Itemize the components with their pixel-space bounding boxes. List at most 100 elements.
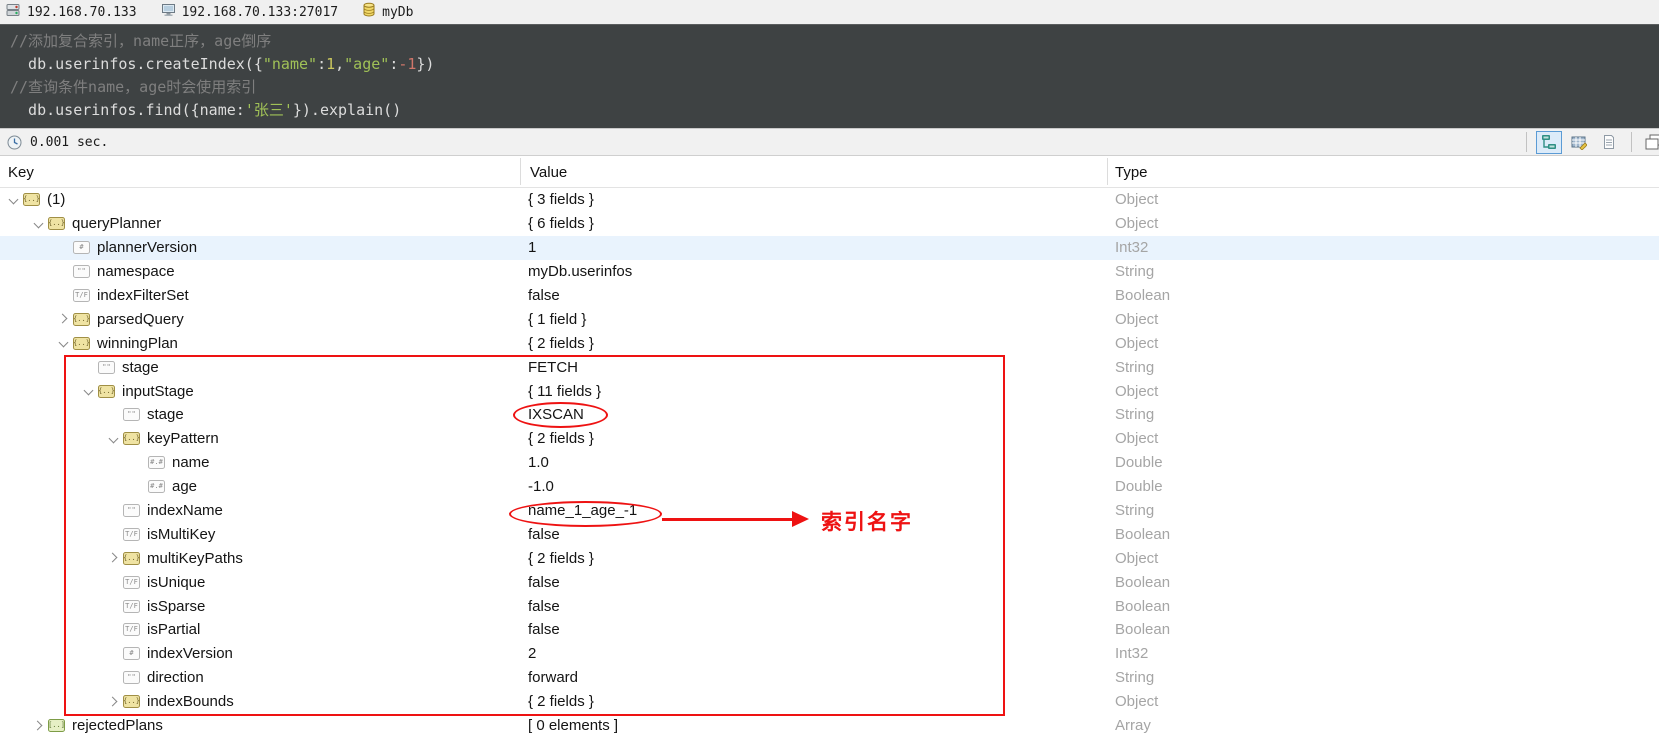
tree-row-indexName[interactable]: ""indexNamename_1_age_-1String: [0, 499, 1659, 523]
chevron-down-icon[interactable]: [6, 188, 23, 212]
shell-editor[interactable]: //添加复合索引，name正序，age倒序 db.userinfos.creat…: [0, 24, 1659, 128]
table-mode-button[interactable]: [1566, 131, 1592, 154]
string-type-icon: "": [73, 265, 90, 278]
breadcrumb-server[interactable]: 192.168.70.133:27017: [161, 3, 339, 22]
tree-row-indexFilterSet[interactable]: T/FindexFilterSetfalseBoolean: [0, 284, 1659, 308]
row-value: 1: [528, 239, 536, 256]
bool-type-icon: T/F: [123, 528, 140, 541]
row-type: Double: [1115, 478, 1163, 495]
server-label: 192.168.70.133:27017: [182, 5, 339, 20]
bool-type-icon: T/F: [123, 623, 140, 636]
chevron-spacer: [81, 355, 98, 379]
chevron-spacer: [106, 522, 123, 546]
row-value: false: [528, 574, 560, 591]
tree-row-winningPlan[interactable]: {..}winningPlan{ 2 fields }Object: [0, 331, 1659, 355]
database-icon: [362, 2, 376, 22]
column-divider[interactable]: [1107, 158, 1108, 185]
row-value: { 2 fields }: [528, 550, 594, 567]
tree-row-(1)[interactable]: {..}(1){ 3 fields }Object: [0, 188, 1659, 212]
chevron-spacer: [106, 403, 123, 427]
tree-row-name[interactable]: #.#name1.0Double: [0, 451, 1659, 475]
code-line-3[interactable]: //查询条件name，age时会使用索引: [10, 76, 1659, 99]
database-label: myDb: [382, 5, 413, 20]
tree-row-indexVersion[interactable]: #indexVersion2Int32: [0, 642, 1659, 666]
tree-row-isSparse[interactable]: T/FisSparsefalseBoolean: [0, 594, 1659, 618]
row-value: IXSCAN: [528, 406, 584, 423]
chevron-right-icon[interactable]: [106, 546, 123, 570]
code-token-code: :: [389, 55, 398, 73]
breadcrumb-database[interactable]: myDb: [362, 2, 413, 22]
tree-row-isUnique[interactable]: T/FisUniquefalseBoolean: [0, 570, 1659, 594]
tree-row-inputStage[interactable]: {..}inputStage{ 11 fields }Object: [0, 379, 1659, 403]
row-value: forward: [528, 669, 578, 686]
row-value: { 2 fields }: [528, 430, 594, 447]
code-line-1[interactable]: //添加复合索引，name正序，age倒序: [10, 30, 1659, 53]
row-indent: [0, 355, 81, 379]
toolbar-separator: [1631, 132, 1632, 152]
row-key: indexName: [147, 502, 223, 519]
tree-row-rejectedPlans[interactable]: [..]rejectedPlans[ 0 elements ]Array: [0, 714, 1659, 738]
row-type: Array: [1115, 717, 1151, 734]
expand-window-button[interactable]: [1641, 131, 1659, 154]
column-header-value[interactable]: Value: [530, 164, 567, 181]
chevron-spacer: [131, 451, 148, 475]
string-type-icon: "": [98, 361, 115, 374]
row-value: false: [528, 621, 560, 638]
row-indent: [0, 546, 106, 570]
code-token-code: db.userinfos.find({name:: [10, 101, 245, 119]
column-header-key[interactable]: Key: [8, 164, 34, 181]
row-indent: [0, 236, 56, 260]
row-indent: [0, 260, 56, 284]
chevron-down-icon[interactable]: [81, 379, 98, 403]
row-indent: [0, 284, 56, 308]
robo3t-window: 192.168.70.133 192.168.70.133:27017 myDb…: [0, 0, 1659, 743]
code-token-code: }): [416, 55, 434, 73]
code-line-2[interactable]: db.userinfos.createIndex({"name":1,"age"…: [10, 53, 1659, 76]
row-key: queryPlanner: [72, 215, 161, 232]
row-type: String: [1115, 359, 1154, 376]
text-mode-button[interactable]: [1596, 131, 1622, 154]
tree-row-isMultiKey[interactable]: T/FisMultiKeyfalseBoolean: [0, 522, 1659, 546]
chevron-right-icon[interactable]: [31, 714, 48, 738]
object-type-icon: {..}: [98, 385, 115, 398]
row-key: isSparse: [147, 598, 205, 615]
code-line-4[interactable]: db.userinfos.find({name:'张三'}).explain(): [10, 99, 1659, 122]
chevron-right-icon[interactable]: [56, 307, 73, 331]
chevron-down-icon[interactable]: [56, 331, 73, 355]
tree-row-age[interactable]: #.#age-1.0Double: [0, 475, 1659, 499]
row-type: Boolean: [1115, 621, 1170, 638]
int-type-icon: #: [73, 241, 90, 254]
column-header-type[interactable]: Type: [1115, 164, 1148, 181]
row-type: Object: [1115, 430, 1158, 447]
object-type-icon: {..}: [123, 552, 140, 565]
row-value: FETCH: [528, 359, 578, 376]
row-value: -1.0: [528, 478, 554, 495]
tree-mode-button[interactable]: [1536, 131, 1562, 154]
row-value: { 11 fields }: [528, 383, 601, 400]
row-key: indexFilterSet: [97, 287, 189, 304]
breadcrumb-connection[interactable]: 192.168.70.133: [6, 3, 137, 22]
double-type-icon: #.#: [148, 480, 165, 493]
chevron-down-icon[interactable]: [31, 212, 48, 236]
tree-row-stage[interactable]: ""stageIXSCANString: [0, 403, 1659, 427]
tree-row-keyPattern[interactable]: {..}keyPattern{ 2 fields }Object: [0, 427, 1659, 451]
tree-row-stage[interactable]: ""stageFETCHString: [0, 355, 1659, 379]
tree-row-namespace[interactable]: ""namespacemyDb.userinfosString: [0, 260, 1659, 284]
tree-row-queryPlanner[interactable]: {..}queryPlanner{ 6 fields }Object: [0, 212, 1659, 236]
row-key: isPartial: [147, 621, 200, 638]
row-indent: [0, 475, 131, 499]
chevron-right-icon[interactable]: [106, 690, 123, 714]
row-value: myDb.userinfos: [528, 263, 632, 280]
tree-row-indexBounds[interactable]: {..}indexBounds{ 2 fields }Object: [0, 690, 1659, 714]
tree-row-direction[interactable]: ""directionforwardString: [0, 666, 1659, 690]
tree-row-parsedQuery[interactable]: {..}parsedQuery{ 1 field }Object: [0, 307, 1659, 331]
tree-row-isPartial[interactable]: T/F isPartial false Boolean: [0, 618, 1659, 642]
row-key: plannerVersion: [97, 239, 197, 256]
chevron-down-icon[interactable]: [106, 427, 123, 451]
tree-row-multiKeyPaths[interactable]: {..}multiKeyPaths{ 2 fields }Object: [0, 546, 1659, 570]
tree-row-plannerVersion[interactable]: #plannerVersion1Int32: [0, 236, 1659, 260]
row-type: String: [1115, 669, 1154, 686]
code-token-code: ,: [335, 55, 344, 73]
code-token-comment: //查询条件name，age时会使用索引: [10, 78, 256, 96]
column-divider[interactable]: [520, 158, 521, 185]
